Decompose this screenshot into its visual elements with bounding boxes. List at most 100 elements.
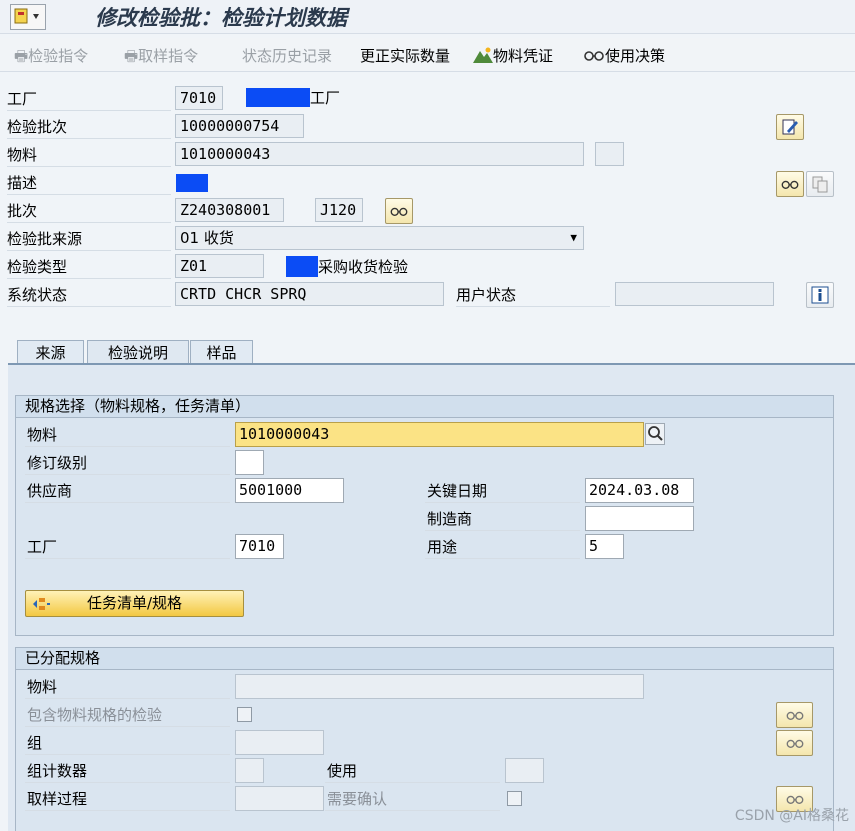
redaction-mask <box>246 88 310 107</box>
manufacturer-field[interactable] <box>585 506 694 531</box>
lot-origin-label: 检验批来源 <box>7 230 83 248</box>
batch-field[interactable]: Z240308001 <box>175 198 284 222</box>
display-spec-button[interactable] <box>776 702 813 728</box>
info-button[interactable] <box>806 282 834 308</box>
batch-storage-field[interactable]: J120 <box>315 198 363 222</box>
revision-level-field[interactable] <box>235 450 264 475</box>
display-button[interactable] <box>776 171 804 197</box>
sampling-procedure-label: 取样过程 <box>27 790 88 808</box>
display-group-button[interactable] <box>776 730 813 756</box>
description-label: 描述 <box>7 174 38 192</box>
spec-material-field[interactable]: 1010000043 <box>235 422 644 447</box>
divider <box>425 502 580 503</box>
edit-icon <box>782 119 798 135</box>
search-icon <box>648 426 663 441</box>
lot-origin-select[interactable]: 01 收货 ▼ <box>175 226 584 250</box>
lot-origin-value: 01 收货 <box>180 229 234 247</box>
assigned-material-label: 物料 <box>27 678 58 696</box>
manufacturer-label: 制造商 <box>427 510 473 528</box>
material-document-label: 物料凭证 <box>493 47 554 65</box>
divider <box>325 810 500 811</box>
correct-actual-qty-button[interactable]: 更正实际数量 <box>360 45 450 66</box>
key-date-field[interactable]: 2024.03.08 <box>585 478 694 503</box>
usage-decision-button[interactable]: 使用决策 <box>583 45 665 66</box>
tab-inspection-spec[interactable]: 检验说明 <box>87 340 189 364</box>
group-field <box>235 730 324 755</box>
divider <box>25 754 230 755</box>
spec-selection-title: 规格选择（物料规格，任务清单） <box>16 396 833 418</box>
divider <box>7 138 171 139</box>
search-help-button[interactable] <box>645 423 665 445</box>
divider <box>425 558 580 559</box>
glasses-icon <box>786 711 803 720</box>
assigned-material-field <box>235 674 644 699</box>
copy-button[interactable] <box>806 171 834 197</box>
group-label: 组 <box>27 734 43 752</box>
window-title: 修改检验批：检验计划数据 <box>95 5 347 30</box>
plant-label: 工厂 <box>7 90 38 108</box>
divider <box>25 698 230 699</box>
system-status-label: 系统状态 <box>7 286 68 304</box>
vendor-label: 供应商 <box>27 482 73 500</box>
spec-plant-label: 工厂 <box>27 538 58 556</box>
divider <box>7 306 171 307</box>
status-history-button[interactable]: 状态历史记录 <box>242 45 332 66</box>
inspection-lot-field[interactable]: 10000000754 <box>175 114 304 138</box>
divider <box>25 558 230 559</box>
edit-button[interactable] <box>776 114 804 140</box>
divider <box>7 278 171 279</box>
divider <box>7 166 171 167</box>
chevron-down-icon[interactable]: ▼ <box>570 227 577 249</box>
system-status-field[interactable]: CRTD CHCR SPRQ <box>175 282 444 306</box>
divider <box>7 194 171 195</box>
menu-icon[interactable] <box>10 4 46 30</box>
info-icon <box>811 286 829 304</box>
printer-icon: 🖶 <box>14 47 29 65</box>
inspection-type-field[interactable]: Z01 <box>175 254 264 278</box>
inspection-instruction-button[interactable]: 🖶检验指令 <box>14 45 88 71</box>
incl-material-spec-checkbox[interactable] <box>237 707 252 722</box>
tasklist-spec-button[interactable]: 任务清单/规格 <box>25 590 244 617</box>
spec-plant-field[interactable]: 7010 <box>235 534 284 559</box>
application-toolbar: 🖶检验指令 🖶取样指令 状态历史记录 更正实际数量 物料凭证 使用决策 <box>0 38 855 72</box>
divider <box>7 110 171 111</box>
plant-field[interactable]: 7010 <box>175 86 223 110</box>
material-document-button[interactable]: 物料凭证 <box>473 45 553 66</box>
redaction-mask <box>286 256 318 277</box>
material-extra-field[interactable] <box>595 142 624 166</box>
tab-sample[interactable]: 样品 <box>190 340 253 364</box>
inspection-lot-label: 检验批次 <box>7 118 68 136</box>
assigned-usage-field <box>505 758 544 783</box>
glasses-icon <box>781 180 799 189</box>
tasklist-spec-label: 任务清单/规格 <box>86 594 183 612</box>
sampling-instruction-button[interactable]: 🖶取样指令 <box>124 45 198 71</box>
inspection-type-desc: 采购收货检验 <box>318 258 409 276</box>
spec-material-label: 物料 <box>27 426 58 444</box>
confirm-required-label: 需要确认 <box>327 790 388 808</box>
revision-level-label: 修订级别 <box>27 454 88 472</box>
assigned-usage-label: 使用 <box>327 762 358 780</box>
key-date-label: 关键日期 <box>427 482 488 500</box>
usage-decision-label: 使用决策 <box>605 47 666 65</box>
material-label: 物料 <box>7 146 38 164</box>
glasses-icon <box>786 795 803 804</box>
inspection-instruction-label: 检验指令 <box>28 47 89 65</box>
user-status-label: 用户状态 <box>456 286 517 304</box>
batch-display-button[interactable] <box>385 198 413 224</box>
usage-field[interactable]: 5 <box>585 534 624 559</box>
divider <box>25 474 230 475</box>
sampling-instruction-label: 取样指令 <box>138 47 199 65</box>
vendor-field[interactable]: 5001000 <box>235 478 344 503</box>
divider <box>456 306 610 307</box>
tab-source[interactable]: 来源 <box>17 340 84 364</box>
plant-name-text: 工厂 <box>310 89 341 107</box>
printer-icon: 🖶 <box>124 47 139 65</box>
glasses-icon <box>390 207 408 216</box>
divider <box>25 502 230 503</box>
user-status-field[interactable] <box>615 282 774 306</box>
watermark-text: CSDN @AI格桑花 <box>734 808 849 824</box>
title-bar: 修改检验批：检验计划数据 <box>0 0 855 34</box>
usage-label: 用途 <box>427 538 458 556</box>
confirm-required-checkbox[interactable] <box>507 791 522 806</box>
material-field[interactable]: 1010000043 <box>175 142 584 166</box>
